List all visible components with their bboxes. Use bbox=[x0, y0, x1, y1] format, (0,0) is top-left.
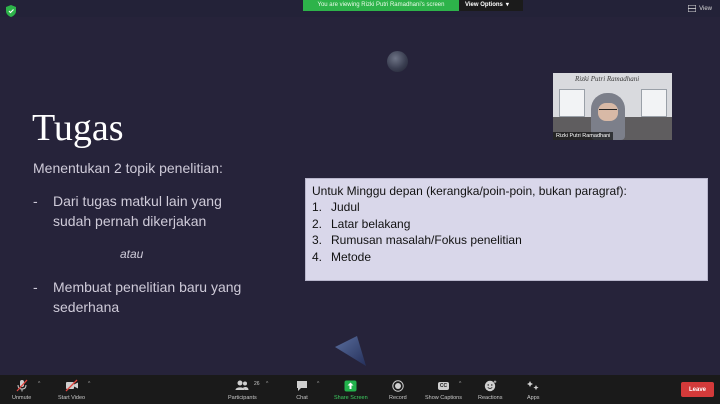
list-number: 1. bbox=[312, 200, 323, 214]
share-screen-button[interactable]: Share Screen bbox=[334, 379, 368, 401]
reactions-button[interactable]: Reactions bbox=[478, 379, 502, 401]
emoji-reaction-icon bbox=[484, 380, 497, 391]
note-list-item: 1. Judul bbox=[312, 199, 701, 216]
note-list-item: 3. Rumusan masalah/Fokus penelitian bbox=[312, 232, 701, 249]
participants-button[interactable]: Participants bbox=[228, 379, 257, 401]
show-captions-label: Show Captions bbox=[425, 395, 462, 401]
participant-video-tile[interactable]: Rizki Putri Ramadhani Rizki Putri Ramadh… bbox=[553, 73, 672, 140]
apps-label: Apps bbox=[527, 395, 540, 401]
record-button[interactable]: Record bbox=[389, 379, 407, 401]
viewing-screen-label: You are viewing Rizki Putri Ramadhani's … bbox=[303, 0, 459, 11]
chat-label: Chat bbox=[296, 395, 308, 401]
apps-button[interactable]: Apps bbox=[527, 379, 540, 401]
note-item-text: Rumusan masalah/Fokus penelitian bbox=[331, 233, 522, 247]
view-options-button[interactable]: View Options ▾ bbox=[459, 0, 523, 11]
note-item-text: Latar belakang bbox=[331, 216, 411, 231]
start-video-button[interactable]: Start Video bbox=[58, 379, 85, 401]
participants-label: Participants bbox=[228, 395, 257, 401]
reactions-label: Reactions bbox=[478, 395, 503, 401]
video-options-caret-icon[interactable]: ^ bbox=[88, 381, 90, 387]
list-item: - Dari tugas matkul lain yang sudah pern… bbox=[33, 191, 273, 233]
note-item-text: Metode bbox=[331, 249, 372, 264]
unmute-button[interactable]: Unmute bbox=[12, 379, 31, 401]
microphone-muted-icon bbox=[16, 379, 28, 392]
list-dash: - bbox=[33, 193, 38, 209]
participants-count: 26 bbox=[254, 381, 260, 387]
participants-icon bbox=[235, 380, 249, 390]
note-list-item: 4. Metode bbox=[312, 249, 701, 266]
captions-options-caret-icon[interactable]: ^ bbox=[459, 381, 461, 387]
note-heading: Untuk Minggu depan (kerangka/poin-poin, … bbox=[312, 184, 627, 198]
view-layout-button[interactable]: View bbox=[688, 5, 712, 12]
view-options-label: View Options bbox=[465, 2, 503, 8]
chat-bubble-icon bbox=[297, 380, 307, 391]
security-shield-icon[interactable] bbox=[6, 5, 16, 17]
assignment-note-box: Untuk Minggu depan (kerangka/poin-poin, … bbox=[305, 178, 708, 281]
list-number: 3. bbox=[312, 233, 323, 247]
apps-icon bbox=[527, 380, 539, 390]
list-item: - Membuat penelitian baru yang sederhana bbox=[33, 277, 273, 319]
list-number: 2. bbox=[312, 216, 323, 231]
background-window bbox=[641, 89, 667, 117]
list-item-text: Dari tugas matkul lain yang sudah pernah… bbox=[53, 193, 222, 229]
participants-options-caret-icon[interactable]: ^ bbox=[266, 381, 268, 387]
slide-title: Tugas bbox=[32, 107, 124, 149]
decorative-cone bbox=[335, 336, 366, 366]
show-captions-button[interactable]: CC Show Captions bbox=[425, 379, 462, 401]
view-label: View bbox=[699, 5, 712, 12]
participant-glasses bbox=[599, 109, 617, 113]
start-video-label: Start Video bbox=[58, 395, 86, 401]
background-sign: Rizki Putri Ramadhani bbox=[575, 75, 640, 83]
chat-button[interactable]: Chat bbox=[296, 379, 308, 401]
note-list-item: 2. Latar belakang bbox=[312, 216, 701, 233]
closed-captions-icon: CC bbox=[437, 381, 450, 390]
separator-text: atau bbox=[120, 247, 144, 261]
record-icon bbox=[392, 379, 404, 392]
leave-meeting-button[interactable]: Leave bbox=[681, 382, 714, 397]
grid-icon bbox=[688, 5, 697, 12]
chevron-down-icon: ▾ bbox=[505, 2, 509, 8]
decorative-sphere bbox=[387, 51, 408, 72]
background-window bbox=[559, 89, 585, 117]
chat-options-caret-icon[interactable]: ^ bbox=[317, 381, 319, 387]
record-label: Record bbox=[389, 395, 407, 401]
participant-name: Rizki Putri Ramadhani bbox=[553, 132, 614, 140]
note-item-text: Judul bbox=[331, 200, 360, 214]
list-item-text: Membuat penelitian baru yang sederhana bbox=[53, 279, 242, 315]
share-screen-label: Share Screen bbox=[334, 395, 368, 401]
screen-share-banner: You are viewing Rizki Putri Ramadhani's … bbox=[303, 0, 523, 11]
share-screen-arrow-icon bbox=[344, 380, 357, 391]
meeting-toolbar: Unmute ^ Start Video ^ Participants 26 ^ bbox=[0, 375, 720, 404]
unmute-label: Unmute bbox=[12, 395, 32, 401]
slide-subtitle: Menentukan 2 topik penelitian: bbox=[33, 160, 223, 176]
video-camera-off-icon bbox=[65, 379, 78, 392]
note-list: 1. Judul 2. Latar belakang 3. Rumusan masal… bbox=[312, 199, 701, 265]
list-dash: - bbox=[33, 279, 38, 295]
audio-options-caret-icon[interactable]: ^ bbox=[38, 381, 40, 387]
list-number: 4. bbox=[312, 249, 323, 264]
